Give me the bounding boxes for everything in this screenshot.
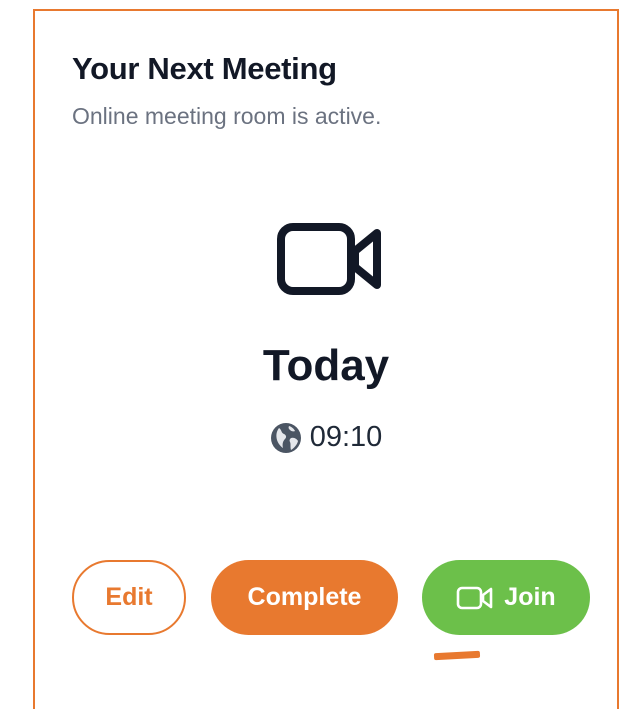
complete-button[interactable]: Complete: [211, 560, 398, 635]
meeting-time-row: 09:10: [35, 421, 617, 454]
meeting-day: Today: [262, 341, 390, 390]
complete-button-label: Complete: [247, 583, 362, 611]
video-camera-icon: [277, 223, 381, 295]
next-meeting-card: Your Next Meeting Online meeting room is…: [33, 9, 619, 709]
edit-button[interactable]: Edit: [72, 560, 186, 635]
card-title: Your Next Meeting: [72, 51, 337, 86]
join-button[interactable]: Join: [422, 560, 590, 635]
meeting-time: 09:10: [309, 421, 383, 453]
edit-button-label: Edit: [105, 583, 153, 611]
join-button-label: Join: [504, 583, 556, 611]
video-camera-icon: [456, 586, 493, 609]
card-subtitle: Online meeting room is active.: [72, 103, 382, 129]
globe-icon: [270, 422, 301, 453]
